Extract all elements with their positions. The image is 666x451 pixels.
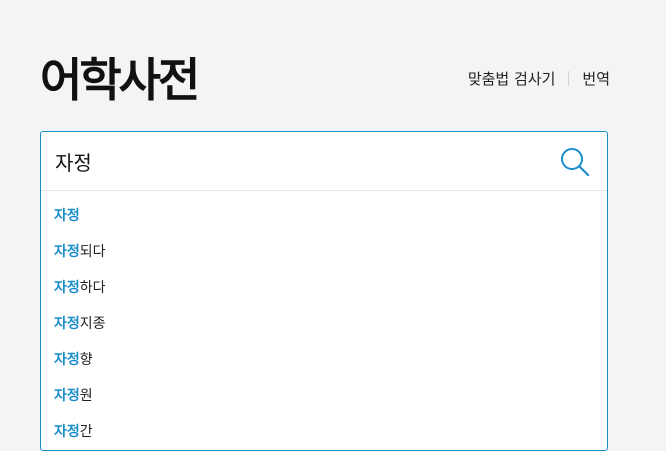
top-nav: 맞춤법 검사기 번역	[468, 68, 610, 89]
logo[interactable]: 어학사전	[40, 52, 200, 108]
header: 어학사전 맞춤법 검사기 번역	[40, 46, 610, 112]
suggestion-item[interactable]: 자정지종	[41, 306, 607, 342]
suggestion-match: 자정	[54, 424, 80, 440]
suggestion-match: 자정	[54, 280, 80, 296]
suggestion-rest: 간	[79, 424, 93, 440]
search-box: 자정 자정되다 자정하다 자정지종 자정향 자정원 자정간	[40, 131, 608, 451]
suggestion-rest: 향	[79, 352, 93, 368]
suggestion-rest: 되다	[79, 244, 106, 260]
suggestion-match: 자정	[54, 352, 80, 368]
search-row	[41, 132, 607, 191]
suggestion-rest: 원	[79, 388, 93, 404]
suggestion-rest: 지종	[79, 316, 106, 332]
search-button[interactable]	[559, 146, 591, 178]
translate-link[interactable]: 번역	[582, 68, 610, 89]
suggestion-item[interactable]: 자정향	[41, 342, 607, 378]
suggestion-list: 자정 자정되다 자정하다 자정지종 자정향 자정원 자정간	[41, 191, 607, 450]
suggestion-rest: 하다	[79, 280, 106, 296]
suggestion-match: 자정	[54, 208, 80, 224]
suggestion-item[interactable]: 자정원	[41, 378, 607, 414]
nav-divider	[568, 71, 570, 86]
spell-checker-link[interactable]: 맞춤법 검사기	[468, 68, 556, 89]
search-icon	[561, 148, 590, 177]
suggestion-item[interactable]: 자정	[41, 198, 607, 234]
search-input[interactable]	[55, 140, 535, 182]
suggestion-item[interactable]: 자정하다	[41, 270, 607, 306]
suggestion-match: 자정	[54, 244, 80, 260]
suggestion-match: 자정	[54, 316, 80, 332]
suggestion-item[interactable]: 자정되다	[41, 234, 607, 270]
suggestion-match: 자정	[54, 388, 80, 404]
